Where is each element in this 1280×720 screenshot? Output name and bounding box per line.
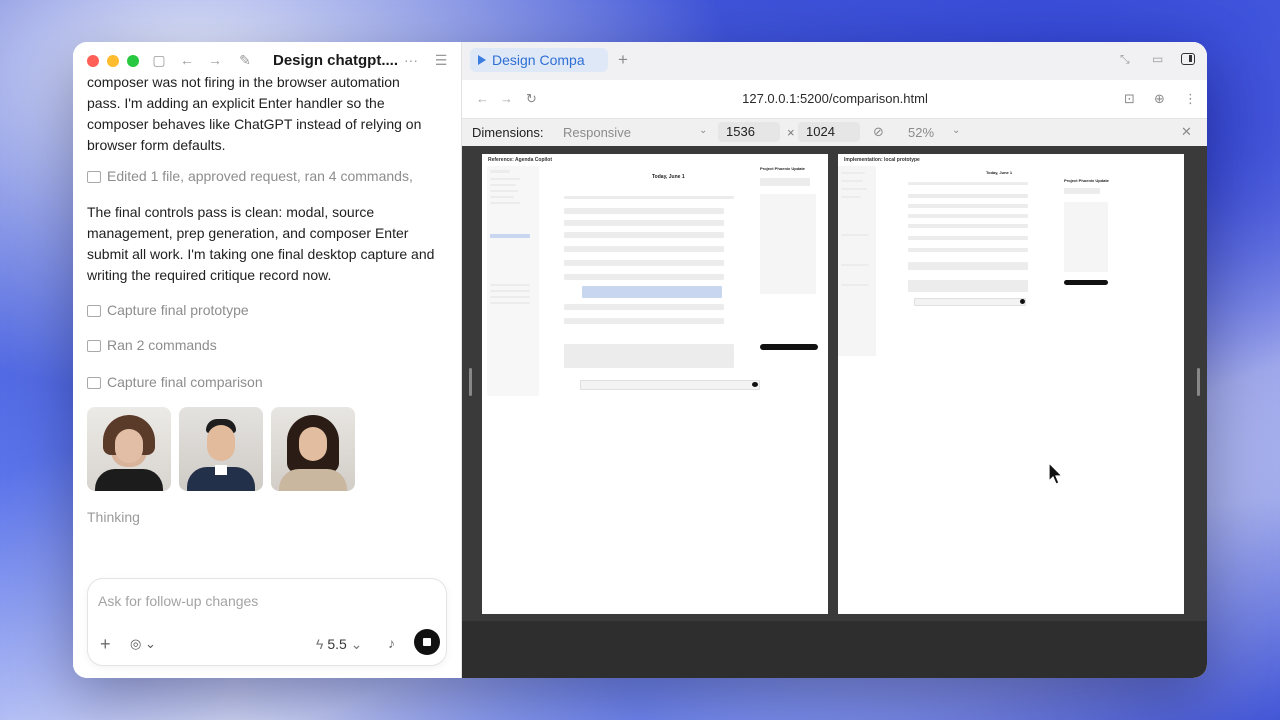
implementation-date-heading: Today, June 1: [986, 170, 1013, 175]
capture-icon: [87, 376, 101, 389]
terminal-icon: [87, 339, 101, 352]
image-attachments: [87, 407, 437, 491]
browser-pane: Design Compa + ⤡ ▭ ← → ↻ 127.0.0.1:5200/…: [461, 42, 1207, 678]
height-input[interactable]: 1024: [798, 122, 860, 142]
composer[interactable]: Ask for follow-up changes + ◎ ⌄ ϟ 5.5 ⌄ …: [87, 578, 447, 666]
new-chat-icon[interactable]: ✎: [237, 52, 253, 68]
tab-label: Design Compa: [492, 52, 585, 68]
tab-bar: Design Compa + ⤡ ▭: [462, 42, 1207, 80]
forward-arrow-icon[interactable]: →: [207, 52, 223, 68]
bottom-area: [462, 621, 1207, 678]
rotate-icon[interactable]: ⊘: [873, 124, 884, 140]
capture-comparison-step[interactable]: Capture final comparison: [87, 372, 437, 393]
portrait-image[interactable]: [87, 407, 171, 491]
chat-transcript: composer was not firing in the browser a…: [87, 72, 437, 528]
page-viewport: Reference: Agenda Copilot Today, June 1: [462, 146, 1207, 626]
device-toolbar: Dimensions: Responsive ⌄ 1536 × 1024 ⊘ 5…: [462, 118, 1207, 148]
zoom-window-button[interactable]: [127, 55, 139, 67]
model-label: 5.5: [327, 636, 347, 652]
agent-icon: ◎: [130, 636, 142, 651]
sidebar-toggle-icon[interactable]: ▢: [151, 52, 167, 68]
composer-input[interactable]: Ask for follow-up changes: [98, 593, 258, 609]
chevron-down-icon[interactable]: ⌄: [699, 125, 707, 136]
url-field[interactable]: 127.0.0.1:5200/comparison.html: [462, 91, 1207, 106]
capture-prototype-step[interactable]: Capture final prototype: [87, 300, 437, 321]
add-attachment-icon[interactable]: +: [100, 635, 111, 653]
left-resize-handle[interactable]: [469, 368, 472, 396]
file-icon: [87, 170, 101, 183]
commands-step[interactable]: Ran 2 commands: [87, 335, 437, 356]
chevron-down-icon: ⌄: [350, 636, 363, 652]
step-label: Ran 2 commands: [107, 337, 217, 353]
minimize-window-button[interactable]: [107, 55, 119, 67]
width-input[interactable]: 1536: [718, 122, 780, 142]
app-window: ▢ ← → ✎ Design chatgpt.... ··· ☰ compose…: [73, 42, 1207, 678]
activity-summary-label: Edited 1 file, approved request, ran 4 c…: [107, 168, 413, 184]
activity-summary[interactable]: Edited 1 file, approved request, ran 4 c…: [87, 166, 437, 187]
implementation-card-title: Project Phoenix Update: [1064, 178, 1109, 183]
reference-card-title: Project Phoenix Update: [760, 166, 805, 171]
dimensions-label: Dimensions:: [472, 125, 544, 140]
step-label: Capture final comparison: [107, 374, 263, 390]
menu-icon[interactable]: ⋮: [1184, 91, 1197, 107]
thinking-indicator: Thinking: [87, 509, 140, 525]
implementation-panel: Implementation: local prototype Today, J…: [838, 154, 1184, 614]
zoom-select[interactable]: 52%: [908, 125, 934, 140]
microphone-icon[interactable]: ♪: [388, 635, 395, 651]
screenshot-icon[interactable]: ⊡: [1124, 91, 1135, 107]
collapse-icon[interactable]: ⤡: [1120, 52, 1130, 67]
new-tab-button[interactable]: +: [618, 50, 628, 70]
right-resize-handle[interactable]: [1197, 368, 1200, 396]
assistant-message: composer was not firing in the browser a…: [87, 74, 422, 153]
model-selector[interactable]: ϟ 5.5 ⌄: [316, 636, 362, 653]
chat-pane: ▢ ← → ✎ Design chatgpt.... ··· ☰ compose…: [73, 42, 461, 678]
reference-title: Reference: Agenda Copilot: [488, 157, 552, 163]
address-bar: ← → ↻ 127.0.0.1:5200/comparison.html ⊡ ⊕…: [462, 80, 1207, 118]
capture-icon: [87, 304, 101, 317]
outline-icon[interactable]: ☰: [433, 52, 449, 68]
responsive-select[interactable]: Responsive: [563, 125, 631, 140]
tab-design-comparison[interactable]: Design Compa: [470, 48, 608, 72]
chevron-down-icon[interactable]: ⌄: [952, 125, 960, 136]
portrait-image[interactable]: [179, 407, 263, 491]
reference-panel: Reference: Agenda Copilot Today, June 1: [482, 154, 828, 614]
close-toolbar-icon[interactable]: ✕: [1181, 124, 1192, 140]
times-label: ×: [787, 125, 795, 140]
assistant-message: The final controls pass is clean: modal,…: [87, 204, 435, 283]
bolt-icon: ϟ: [316, 636, 324, 652]
back-arrow-icon[interactable]: ←: [179, 52, 195, 68]
split-view-icon[interactable]: [1181, 53, 1195, 65]
chevron-down-icon: ⌄: [144, 636, 156, 651]
implementation-title: Implementation: local prototype: [844, 157, 920, 163]
agent-mode-selector[interactable]: ◎ ⌄: [130, 636, 156, 652]
step-label: Capture final prototype: [107, 302, 249, 318]
more-options-icon[interactable]: ···: [403, 52, 419, 68]
mouse-pointer-icon: [1048, 462, 1064, 485]
stop-button[interactable]: [414, 629, 440, 655]
add-icon[interactable]: ⊕: [1154, 91, 1165, 107]
reference-date-heading: Today, June 1: [652, 174, 685, 180]
close-window-button[interactable]: [87, 55, 99, 67]
panel-icon[interactable]: ▭: [1152, 52, 1163, 66]
portrait-image[interactable]: [271, 407, 355, 491]
favicon-icon: [478, 55, 486, 65]
chat-title: Design chatgpt....: [273, 52, 399, 69]
